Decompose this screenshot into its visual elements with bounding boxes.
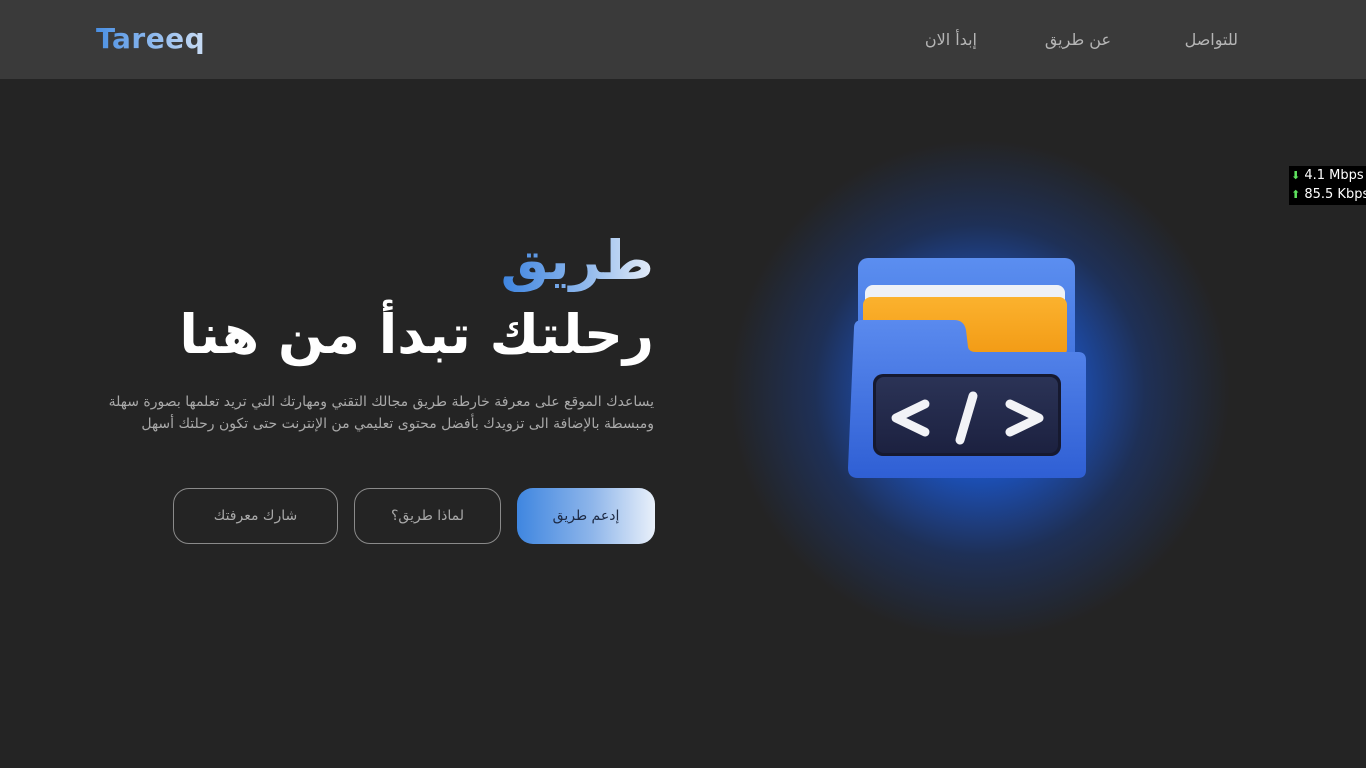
share-knowledge-button[interactable]: شارك معرفتك <box>173 488 338 544</box>
download-speed: ⬇ 4.1 Mbps <box>1291 166 1366 185</box>
navbar: Tareeq للتواصل عن طريق إبدأ الان <box>0 0 1366 79</box>
code-folder-icon <box>848 258 1086 478</box>
hero-title-accent: طريق <box>500 229 654 292</box>
upload-speed: ⬆ 85.5 Kbps <box>1291 185 1366 204</box>
upload-arrow-icon: ⬆ <box>1291 188 1301 201</box>
why-tareeq-button[interactable]: لماذا طريق؟ <box>354 488 501 544</box>
network-speed-meter: ⬇ 4.1 Mbps ⬆ 85.5 Kbps <box>1289 166 1366 205</box>
hero-title: رحلتك تبدأ من هنا <box>179 303 654 366</box>
nav-link-about[interactable]: عن طريق <box>1045 30 1111 49</box>
logo[interactable]: Tareeq <box>96 22 205 55</box>
support-tareeq-button[interactable]: إدعم طريق <box>517 488 655 544</box>
upload-speed-value: 85.5 Kbps <box>1304 187 1366 202</box>
nav-link-start-now[interactable]: إبدأ الان <box>925 30 977 49</box>
download-arrow-icon: ⬇ <box>1291 169 1301 182</box>
nav-link-contact[interactable]: للتواصل <box>1185 30 1238 49</box>
hero-description: يساعدك الموقع على معرفة خارطة طريق مجالك… <box>108 394 654 432</box>
download-speed-value: 4.1 Mbps <box>1304 168 1364 183</box>
